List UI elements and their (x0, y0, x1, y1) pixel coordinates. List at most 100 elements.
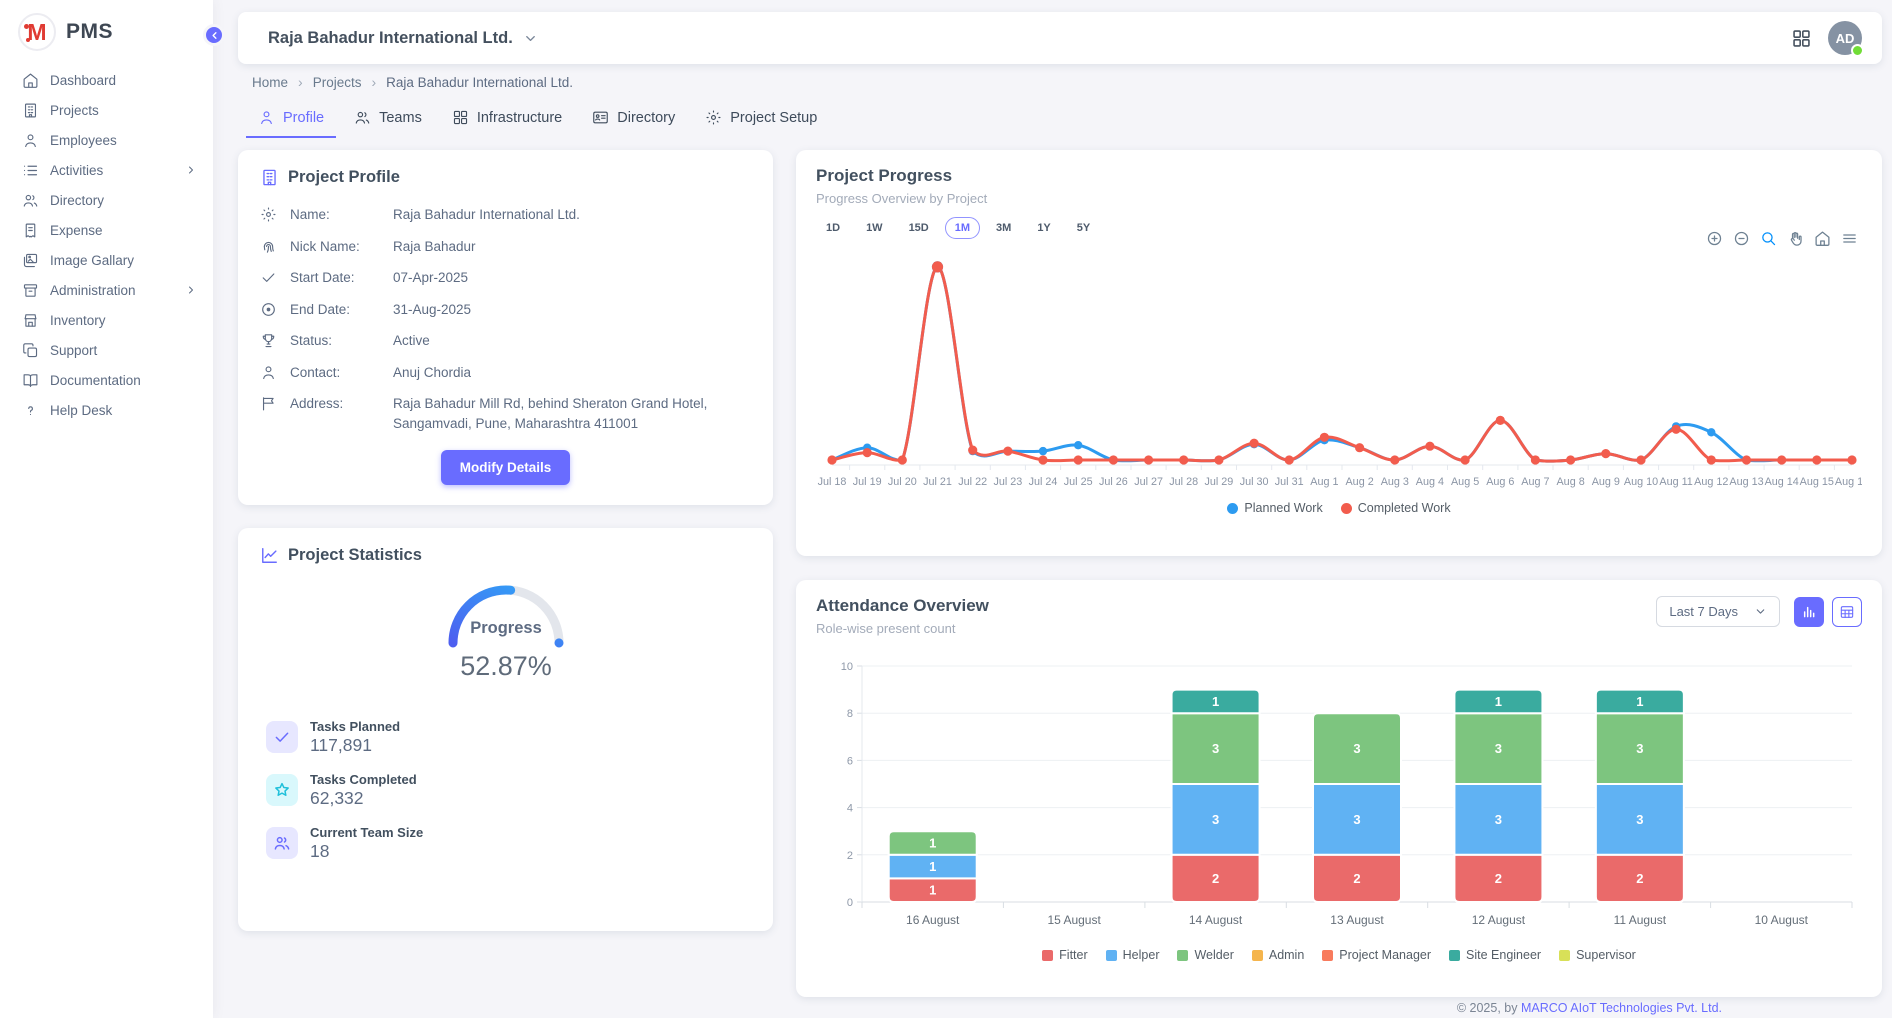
gear-icon (705, 109, 722, 126)
sidebar-item-activities[interactable]: Activities (0, 155, 213, 185)
sidebar-item-administration[interactable]: Administration (0, 275, 213, 305)
sidebar-item-directory[interactable]: Directory (0, 185, 213, 215)
check-icon (266, 721, 298, 753)
avatar[interactable]: AD (1828, 21, 1862, 55)
users-icon (273, 834, 291, 852)
svg-text:13 August: 13 August (1330, 913, 1384, 927)
brand-name: PMS (66, 20, 113, 44)
svg-text:3: 3 (1495, 741, 1502, 756)
header-actions: AD (1791, 21, 1862, 55)
tab-teams[interactable]: Teams (342, 100, 434, 138)
list-icon (22, 162, 39, 179)
sidebar-item-expense[interactable]: Expense (0, 215, 213, 245)
svg-text:3: 3 (1212, 741, 1219, 756)
tab-profile[interactable]: Profile (246, 100, 336, 138)
idcard-icon (592, 109, 609, 126)
sidebar-item-projects[interactable]: Projects (0, 95, 213, 125)
star-icon (266, 774, 298, 806)
tab-infrastructure[interactable]: Infrastructure (440, 100, 574, 138)
bar-chart-legend: Fitter Helper Welder Admin Project Manager Si… (816, 948, 1862, 962)
chart-toolbar (1706, 230, 1858, 247)
legend-helper[interactable]: Helper (1106, 948, 1160, 962)
sidebar-item-dashboard[interactable]: Dashboard (0, 65, 213, 95)
breadcrumb-home[interactable]: Home (252, 75, 288, 90)
range-5y[interactable]: 5Y (1067, 217, 1100, 239)
legend-supervisor[interactable]: Supervisor (1559, 948, 1636, 962)
toolbar-home-icon[interactable] (1814, 230, 1831, 247)
svg-text:Jul 23: Jul 23 (993, 476, 1022, 488)
right-column: Project Progress Progress Overview by Pr… (796, 150, 1882, 1018)
breadcrumb-projects[interactable]: Projects (313, 75, 362, 90)
progress-card-title: Project Progress (816, 166, 1862, 186)
chevron-down-icon (523, 31, 538, 46)
range-1y[interactable]: 1Y (1027, 217, 1060, 239)
toolbar-zoom-in-icon[interactable] (1706, 230, 1723, 247)
bar-chart-view-button[interactable] (1794, 597, 1824, 627)
stat-current-team-size: Current Team Size18 (260, 825, 751, 862)
attendance-stacked-bar-chart[interactable]: 024681011116 August15 August233114 Augus… (816, 646, 1862, 948)
sidebar-item-documentation[interactable]: Documentation (0, 365, 213, 395)
toolbar-zoom-out-icon[interactable] (1733, 230, 1750, 247)
legend-site-engineer[interactable]: Site Engineer (1449, 948, 1541, 962)
breadcrumb-raja-bahadur-international-ltd-: Raja Bahadur International Ltd. (386, 75, 573, 90)
legend-welder[interactable]: Welder (1177, 948, 1233, 962)
tab-bar: ProfileTeamsInfrastructureDirectoryProje… (238, 100, 1882, 138)
sidebar-item-inventory[interactable]: Inventory (0, 305, 213, 335)
date-range-select[interactable]: Last 7 Days (1656, 596, 1780, 627)
toolbar-menu-icon[interactable] (1841, 230, 1858, 247)
svg-text:2: 2 (1353, 871, 1360, 886)
tab-project-setup[interactable]: Project Setup (693, 100, 829, 138)
tab-directory[interactable]: Directory (580, 100, 687, 138)
table-view-button[interactable] (1832, 597, 1862, 627)
sidebar-item-support[interactable]: Support (0, 335, 213, 365)
chart-line-icon (260, 546, 279, 565)
footer: © 2025, by MARCO AIoT Technologies Pvt. … (796, 1001, 1882, 1015)
user-icon (260, 364, 277, 381)
sidebar-item-employees[interactable]: Employees (0, 125, 213, 155)
user-icon (22, 132, 39, 149)
grid-icon (1791, 28, 1812, 49)
menu-icon (1841, 230, 1858, 247)
apps-grid-icon[interactable] (1791, 28, 1812, 49)
legend-project-manager[interactable]: Project Manager (1322, 948, 1431, 962)
svg-text:Aug 13: Aug 13 (1729, 476, 1763, 488)
legend-planned-work[interactable]: Planned Work (1227, 501, 1322, 515)
svg-text:3: 3 (1495, 812, 1502, 827)
svg-text:Jul 26: Jul 26 (1099, 476, 1128, 488)
svg-text:Jul 20: Jul 20 (888, 476, 917, 488)
svg-text:Jul 28: Jul 28 (1169, 476, 1198, 488)
company-selector[interactable]: Raja Bahadur International Ltd. (258, 29, 538, 48)
svg-text:Jul 19: Jul 19 (853, 476, 882, 488)
app-root: M PMS DashboardProjectsEmployeesActiviti… (0, 0, 1892, 1018)
legend-admin[interactable]: Admin (1252, 948, 1304, 962)
toolbar-pan-icon[interactable] (1787, 230, 1804, 247)
chevron-down-icon (523, 31, 538, 46)
range-1m[interactable]: 1M (945, 217, 980, 239)
images-icon (22, 252, 39, 269)
content: Project Profile Name:Raja Bahadur Intern… (238, 150, 1882, 1018)
range-3m[interactable]: 3M (986, 217, 1021, 239)
attendance-overview-card: Attendance Overview Role-wise present co… (796, 580, 1882, 997)
modify-details-button[interactable]: Modify Details (441, 450, 571, 485)
range-15d[interactable]: 15D (899, 217, 939, 239)
line-chart-legend: Planned Work Completed Work (816, 501, 1862, 515)
toolbar-selection-zoom-icon[interactable] (1760, 230, 1777, 247)
sidebar-item-help-desk[interactable]: Help Desk (0, 395, 213, 425)
legend-fitter[interactable]: Fitter (1042, 948, 1087, 962)
svg-text:Aug 9: Aug 9 (1592, 476, 1620, 488)
legend-completed-work[interactable]: Completed Work (1341, 501, 1451, 515)
profile-field-address: Address:Raja Bahadur Mill Rd, behind She… (260, 394, 751, 433)
statistic-rows: Tasks Planned117,891Tasks Completed62,33… (260, 719, 751, 862)
range-1w[interactable]: 1W (856, 217, 893, 239)
svg-text:11 August: 11 August (1614, 913, 1667, 927)
chart-line-icon (260, 546, 279, 565)
sidebar-item-image-gallary[interactable]: Image Gallary (0, 245, 213, 275)
svg-text:1: 1 (1495, 694, 1502, 709)
range-1d[interactable]: 1D (816, 217, 850, 239)
sidebar-collapse-button[interactable] (203, 24, 225, 46)
chevron-right-icon (185, 284, 197, 296)
main-area: Raja Bahadur International Ltd. AD Home›… (213, 0, 1892, 1018)
project-progress-line-chart[interactable]: Jul 18Jul 19Jul 20Jul 21Jul 22Jul 23Jul … (816, 243, 1862, 501)
footer-company-link[interactable]: MARCO AIoT Technologies Pvt. Ltd. (1521, 1001, 1722, 1015)
svg-text:1: 1 (929, 883, 936, 898)
